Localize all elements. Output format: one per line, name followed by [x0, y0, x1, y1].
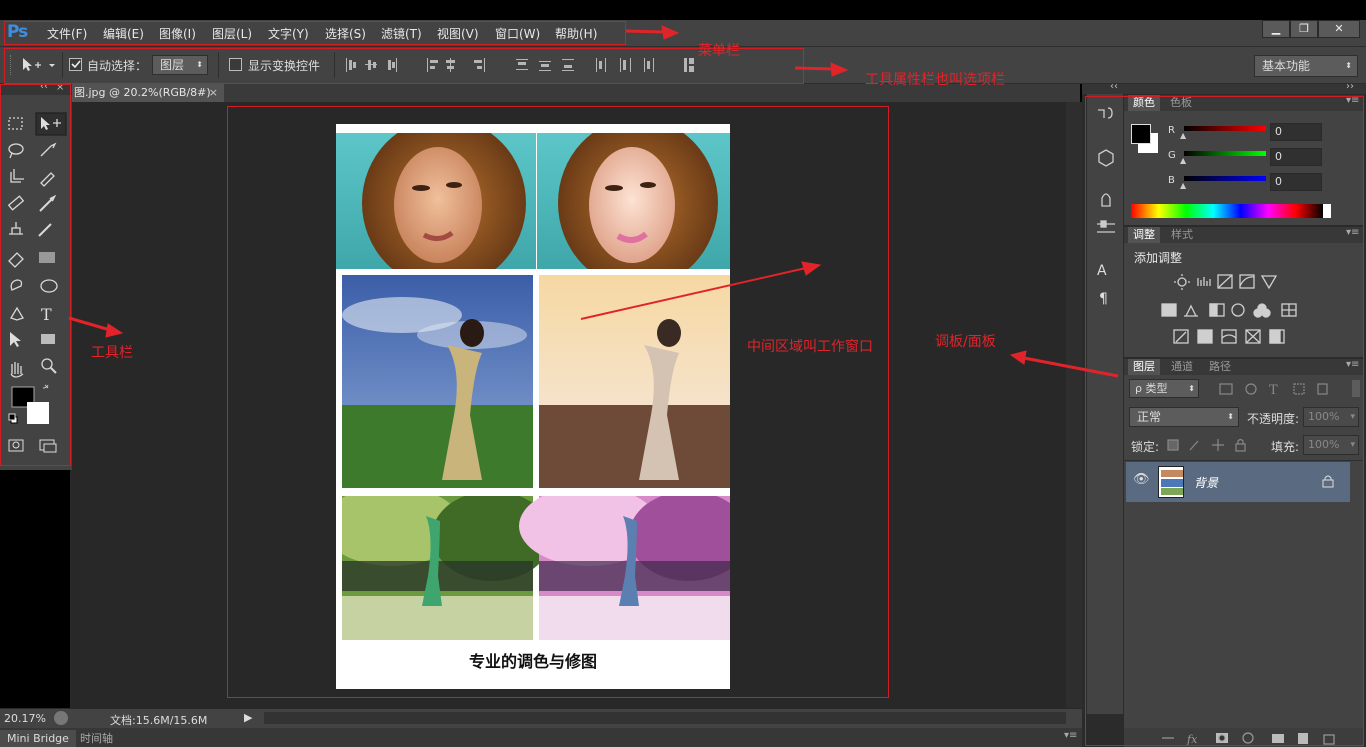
restore-button[interactable]: ❐	[1290, 20, 1318, 38]
minimize-button[interactable]: ▁	[1262, 20, 1290, 38]
workarea-highlight	[227, 106, 889, 698]
panel-menu-icon[interactable]: ▾≡	[1064, 730, 1077, 741]
updown-icon: ⬍	[1345, 61, 1352, 70]
horizontal-scrollbar[interactable]	[264, 712, 1066, 724]
optionsbar-annotation: 工具属性栏也叫选项栏	[865, 72, 1005, 88]
document-info: 文档:15.6M/15.6M	[110, 714, 208, 727]
bottom-panel-tabs	[0, 728, 1082, 747]
status-menu-icon[interactable]: ▶	[244, 711, 252, 724]
panels-annotation: 调板/面板	[935, 334, 996, 350]
title-strip	[0, 0, 1366, 20]
toolbar-highlight	[0, 84, 71, 466]
menubar-highlight	[4, 21, 626, 45]
tab-mini-bridge[interactable]: Mini Bridge	[0, 730, 76, 747]
collapse-icon[interactable]: ‹‹	[1110, 81, 1118, 92]
expand-icon[interactable]: ››	[1346, 81, 1354, 92]
tab-timeline[interactable]: 时间轴	[80, 730, 113, 747]
close-button[interactable]: ✕	[1318, 20, 1360, 38]
optionsbar-highlight	[4, 48, 804, 84]
proof-icon[interactable]	[54, 711, 68, 725]
zoom-level[interactable]: 20.17%	[4, 712, 46, 725]
document-tab[interactable]: 图.jpg @ 20.2%(RGB/8#) ×	[70, 84, 224, 102]
toolbar-annotation: 工具栏	[91, 345, 133, 361]
workspace-dropdown[interactable]: 基本功能 ⬍	[1254, 55, 1358, 77]
vertical-scrollbar[interactable]	[1066, 102, 1082, 708]
document-tab-title: 图.jpg @ 20.2%(RGB/8#)	[74, 86, 211, 99]
close-tab-icon[interactable]: ×	[209, 84, 218, 102]
menubar-annotation: 菜单栏	[698, 43, 740, 59]
panels-highlight	[1085, 96, 1364, 746]
workspace-value: 基本功能	[1262, 59, 1311, 73]
workarea-annotation: 中间区域叫工作窗口	[747, 339, 873, 355]
